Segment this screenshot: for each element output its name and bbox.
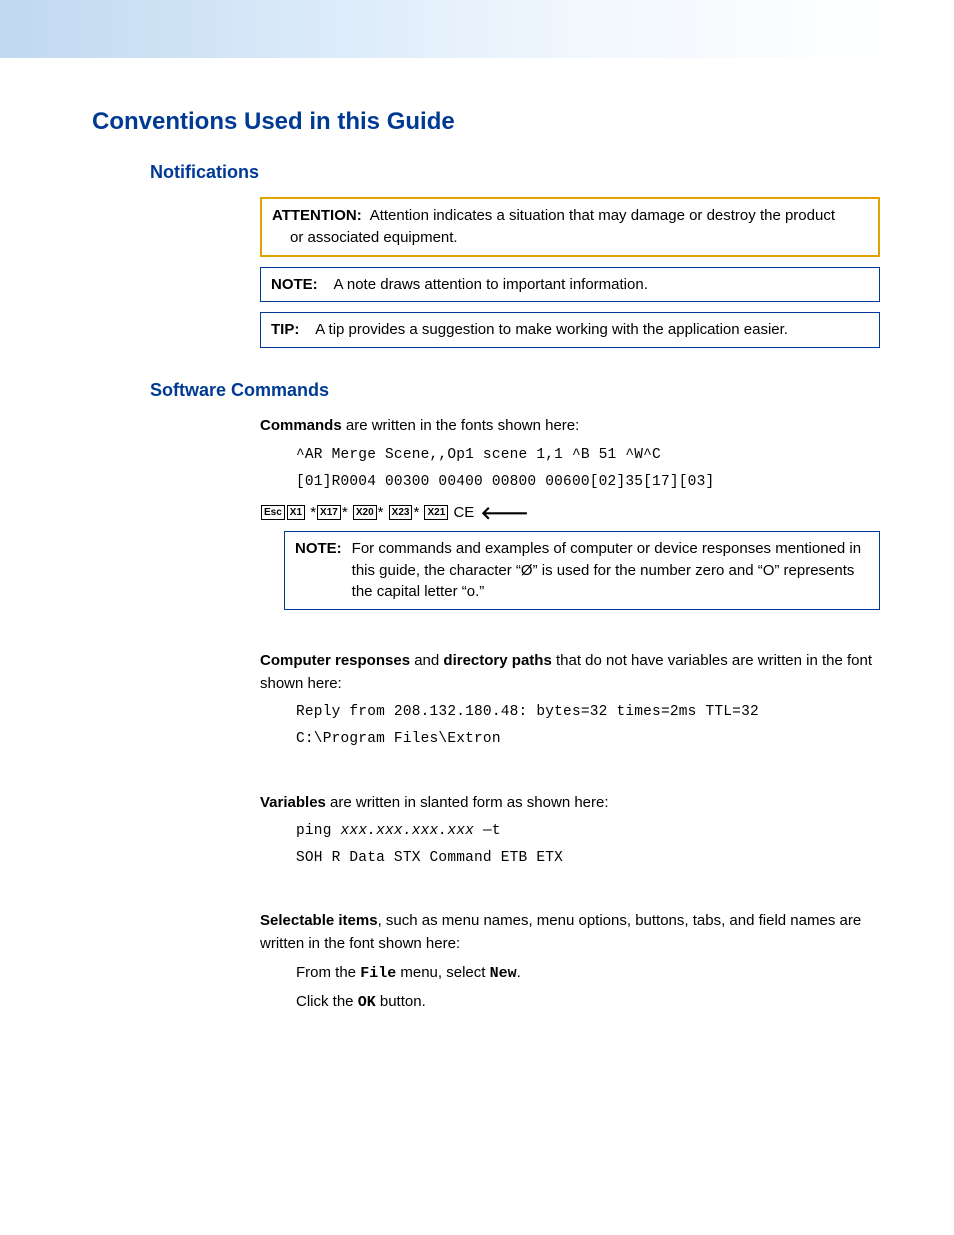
variables-example-1: ping xxx.xxx.xxx.xxx —t <box>296 820 880 843</box>
selectable-example-1: From the File menu, select New. <box>296 961 880 986</box>
keycap-ce: CE <box>453 504 474 521</box>
sel-2a: Click the <box>296 993 358 1010</box>
responses-mid: and <box>410 652 443 669</box>
sel-1c: menu, select <box>396 964 489 981</box>
tip-box: TIP: A tip provides a suggestion to make… <box>260 312 880 348</box>
responses-label1: Computer responses <box>260 652 410 669</box>
note-zero-box: NOTE: For commands and examples of compu… <box>284 531 880 610</box>
commands-text: are written in the fonts shown here: <box>342 417 580 434</box>
page-title: Conventions Used in this Guide <box>92 108 880 136</box>
note-text: A note draws attention to important info… <box>334 276 648 293</box>
var-l1c: —t <box>474 823 501 839</box>
asterisk-sep: * <box>310 504 316 521</box>
page-content: Conventions Used in this Guide Notificat… <box>0 58 954 1015</box>
var-l1a: ping <box>296 823 341 839</box>
key-x1: X1 <box>287 505 305 520</box>
attention-box: ATTENTION: Attention indicates a situati… <box>260 197 880 257</box>
note-zero-label: NOTE: <box>295 538 342 603</box>
sel-1a: From the <box>296 964 360 981</box>
selectable-intro: Selectable items, such as menu names, me… <box>260 910 880 955</box>
header-gradient-bar <box>0 0 954 58</box>
selectable-example-2: Click the OK button. <box>296 990 880 1015</box>
response-example-2: C:\Program Files\Extron <box>296 728 880 751</box>
sel-2c: button. <box>376 993 426 1010</box>
sel-ok: OK <box>358 994 376 1011</box>
key-esc: Esc <box>261 505 285 520</box>
note-zero-text: For commands and examples of computer or… <box>352 538 869 603</box>
response-example-1: Reply from 208.132.180.48: bytes=32 time… <box>296 701 880 724</box>
asterisk-sep: * <box>342 504 348 521</box>
section-notifications-heading: Notifications <box>150 162 880 183</box>
variables-text: are written in slanted form as shown her… <box>326 794 609 811</box>
selectable-label: Selectable items <box>260 912 378 929</box>
asterisk-sep: * <box>413 504 419 521</box>
attention-text-line2: or associated equipment. <box>272 227 868 249</box>
sel-file: File <box>360 965 396 982</box>
tip-text: A tip provides a suggestion to make work… <box>315 321 788 338</box>
variables-example-2: SOH R Data STX Command ETB ETX <box>296 847 880 870</box>
sel-1e: . <box>517 964 521 981</box>
variables-label: Variables <box>260 794 326 811</box>
section-software-heading: Software Commands <box>150 380 880 401</box>
commands-label: Commands <box>260 417 342 434</box>
tip-label: TIP: <box>271 321 299 338</box>
command-example-1: ^AR Merge Scene,,Op1 scene 1,1 ^B 51 ^W^… <box>296 444 880 467</box>
asterisk-sep: * <box>378 504 384 521</box>
keycap-line: EscX1 *X17* X20* X23* X21 CE 🡐 <box>260 504 880 521</box>
var-l1b: xxx.xxx.xxx.xxx <box>341 823 475 839</box>
responses-intro: Computer responses and directory paths t… <box>260 650 880 695</box>
sel-new: New <box>490 965 517 982</box>
software-block: Commands are written in the fonts shown … <box>260 415 880 1015</box>
commands-intro: Commands are written in the fonts shown … <box>260 415 880 438</box>
note-box: NOTE: A note draws attention to importan… <box>260 267 880 303</box>
attention-label: ATTENTION: <box>272 205 362 227</box>
attention-text-line1: Attention indicates a situation that may… <box>370 205 835 227</box>
key-x21: X21 <box>424 505 448 520</box>
note-label: NOTE: <box>271 276 318 293</box>
key-x23: X23 <box>389 505 413 520</box>
key-x20: X20 <box>353 505 377 520</box>
notifications-block: ATTENTION: Attention indicates a situati… <box>260 197 880 348</box>
command-example-2: [01]R0004 00300 00400 00800 00600[02]35[… <box>296 471 880 494</box>
variables-intro: Variables are written in slanted form as… <box>260 792 880 815</box>
key-x17: X17 <box>317 505 341 520</box>
responses-label2: directory paths <box>443 652 551 669</box>
